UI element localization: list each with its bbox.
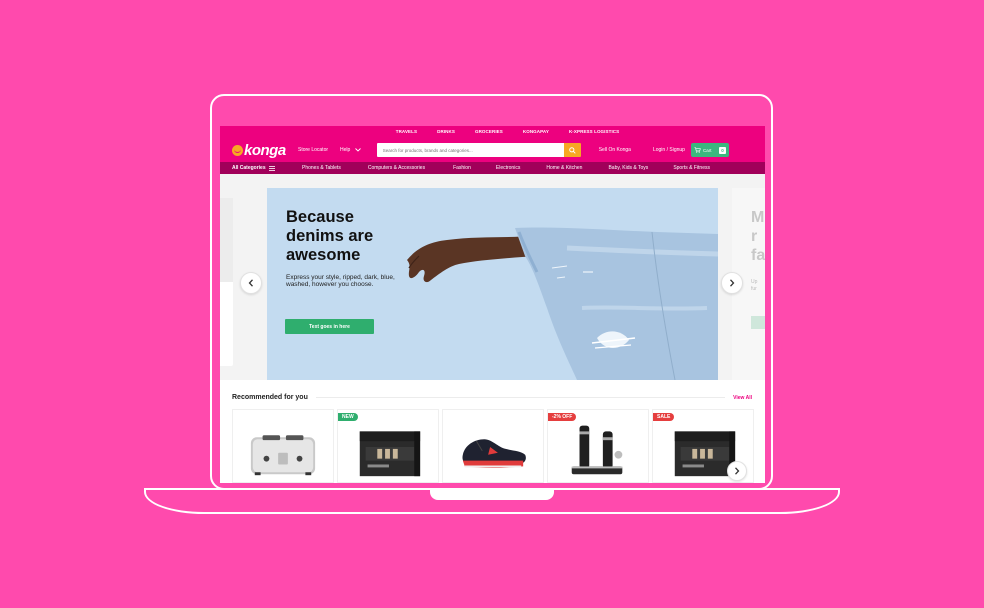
hero-subtitle: Express your style, ripped, dark, blue, … [286,274,395,288]
cart-button[interactable]: Cart 0 [690,143,729,157]
store-locator-link[interactable]: Store Locator [298,147,328,153]
product-card-sneaker[interactable] [442,409,544,483]
search-bar [376,143,581,157]
product-card-boxed-new[interactable]: NEW [337,409,439,483]
badge-sale: SALE [653,413,675,421]
top-link-groceries[interactable]: GROCERIES [475,126,503,138]
all-categories-label: All Categories [232,165,266,171]
cart-count-badge: 0 [718,146,726,154]
next-slide-button [751,316,765,329]
hero-next-button[interactable] [721,272,743,294]
products-next-button[interactable] [727,461,747,481]
divider [315,397,726,398]
hero-banner[interactable]: Because denims are awesome Express your … [267,188,718,380]
badge-discount: -2% OFF [548,413,577,421]
category-baby-kids-toys[interactable]: Baby, Kids & Toys [608,165,648,171]
category-home-kitchen[interactable]: Home & Kitchen [546,165,582,171]
search-input[interactable] [376,143,564,157]
category-sports-fitness[interactable]: Sports & Fitness [673,165,710,171]
cart-label: Cart [702,147,712,153]
recommended-header: Recommended for you View All [232,394,752,401]
recommended-title: Recommended for you [232,394,308,401]
menu-icon [268,165,275,171]
view-all-link[interactable]: View All [733,395,752,401]
next-slide-subtitle: Up fur [751,279,758,292]
category-phones-tablets[interactable]: Phones & Tablets [302,165,341,171]
logo-text: konga [244,141,286,159]
hero-carousel: Because denims are awesome Express your … [220,174,765,380]
badge-new: NEW [338,413,358,421]
sneaker-image [462,439,526,468]
search-icon [568,146,576,154]
category-computers[interactable]: Computers & Accessories [368,165,425,171]
search-button[interactable] [563,143,581,157]
cart-icon [694,147,701,153]
konga-logo-icon [232,144,243,156]
top-link-drinks[interactable]: DRINKS [437,126,455,138]
hero-title: Because denims are awesome [286,208,374,264]
chevron-left-icon [248,279,253,287]
product-card-wine-opener[interactable]: -2% OFF [547,409,649,483]
toaster-image [250,435,316,476]
konga-logo[interactable]: konga [232,142,298,159]
help-menu[interactable]: Help [340,147,361,153]
help-label: Help [340,147,351,153]
laptop-notch [430,488,554,500]
chevron-right-icon [730,279,735,287]
product-row: NEW -2% OFF SALE [232,409,754,483]
category-fashion[interactable]: Fashion [453,165,471,171]
sell-on-konga-link[interactable]: Sell On Konga [599,147,631,153]
chevron-down-icon [354,147,361,152]
top-link-travels[interactable]: TRAVELS [396,126,417,138]
login-signup-link[interactable]: Login / Signup [653,147,685,153]
previous-slide-peek [220,198,233,366]
next-slide-title: Mr fa [751,209,765,264]
chevron-right-icon [735,467,740,475]
category-electronics[interactable]: Electronics [496,165,520,171]
hero-cta-button[interactable]: Text goes in here [285,319,374,334]
denim-arm-image [407,227,718,380]
browser-screen: TRAVELS DRINKS GROCERIES KONGAPAY K-XPRE… [220,126,765,483]
top-link-logistics[interactable]: K-XPRESS LOGISTICS [569,126,619,138]
product-card-toaster[interactable] [232,409,334,483]
top-links-bar: TRAVELS DRINKS GROCERIES KONGAPAY K-XPRE… [220,126,765,138]
hero-prev-button[interactable] [240,272,262,294]
category-nav: All Categories Phones & Tablets Computer… [220,162,765,174]
site-header: konga Store Locator Help Sell On Konga L… [220,138,765,162]
all-categories-menu[interactable]: All Categories [232,165,300,171]
top-link-kongapay[interactable]: KONGAPAY [523,126,549,138]
